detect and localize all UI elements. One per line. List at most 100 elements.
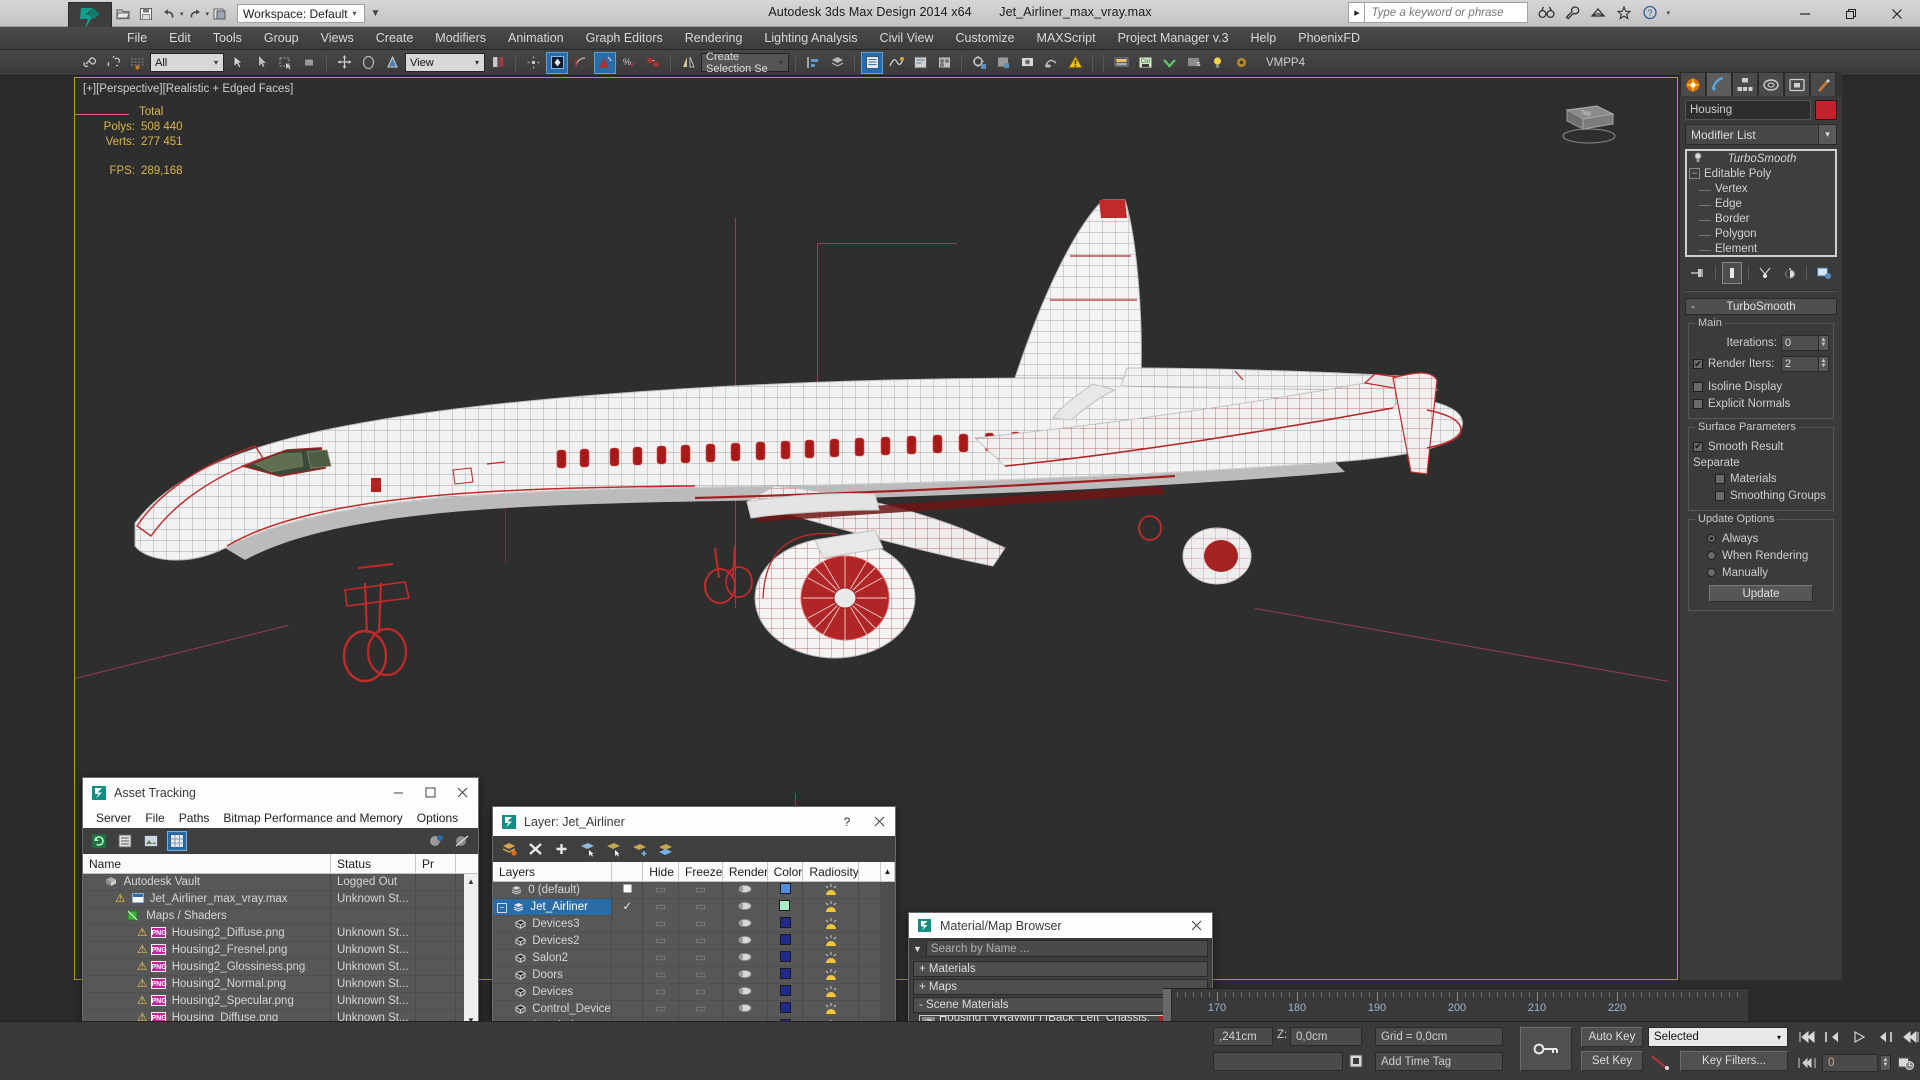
menu-create[interactable]: Create: [365, 27, 425, 50]
column-name[interactable]: Name: [83, 853, 331, 874]
isoline-display-checkbox[interactable]: [1693, 381, 1703, 392]
radiosity-toggle[interactable]: [803, 915, 860, 933]
stack-subobject-edge[interactable]: Edge: [1687, 196, 1835, 211]
show-end-result-icon[interactable]: [1721, 262, 1743, 284]
render-toggle[interactable]: [723, 983, 768, 1001]
menu-rendering[interactable]: Rendering: [674, 27, 754, 50]
add-selection-to-layer-icon[interactable]: [629, 839, 649, 859]
select-and-scale-icon[interactable]: [381, 52, 403, 74]
explicit-normals-row[interactable]: Explicit Normals: [1693, 395, 1829, 412]
table-row[interactable]: Maps / Shaders: [83, 907, 464, 925]
rendered-frame-window-icon[interactable]: [992, 52, 1014, 74]
current-layer-check[interactable]: ✓: [612, 898, 644, 916]
viewport-label[interactable]: [+][Perspective][Realistic + Edged Faces…: [83, 83, 293, 95]
render-iters-spinner[interactable]: ▲ ▼: [1819, 356, 1829, 372]
column-hide[interactable]: Hide: [643, 861, 680, 882]
layer-dialog-help[interactable]: ?: [831, 807, 863, 836]
freeze-toggle[interactable]: ▭: [679, 949, 723, 967]
render-toggle[interactable]: [723, 949, 768, 967]
freeze-toggle[interactable]: ▭: [679, 881, 723, 899]
color-swatch[interactable]: [767, 898, 804, 916]
menu-civil-view[interactable]: Civil View: [869, 27, 945, 50]
search-input[interactable]: Type a keyword or phrase: [1364, 2, 1529, 23]
stack-item-editable-poly[interactable]: − Editable Poly: [1687, 166, 1835, 181]
render-iters-field[interactable]: 2: [1781, 356, 1819, 372]
table-row[interactable]: ⚠ PNG Housing2_Glossiness.png Unknown St…: [83, 958, 464, 976]
select-objects-in-layer-icon[interactable]: [577, 839, 597, 859]
absolute-relative-toggle[interactable]: [1348, 1053, 1364, 1072]
menu-edit[interactable]: Edit: [158, 27, 202, 50]
list-item[interactable]: Devices ▭ ▭: [493, 983, 882, 1001]
render-toggle[interactable]: [722, 898, 768, 916]
render-setup-icon[interactable]: [968, 52, 990, 74]
rollout-collapse-icon[interactable]: -: [1686, 301, 1700, 313]
x-coordinate-field[interactable]: ,241cm: [1213, 1027, 1273, 1046]
select-and-rotate-icon[interactable]: [357, 52, 379, 74]
remove-modifier-icon[interactable]: [1780, 262, 1801, 284]
use-pivot-point-center-icon[interactable]: [487, 52, 509, 74]
edit-named-selection-sets-icon[interactable]: [642, 52, 664, 74]
column-freeze[interactable]: Freeze: [679, 861, 723, 882]
selection-filter-combo[interactable]: All ▾: [150, 53, 224, 72]
hide-toggle[interactable]: ▭: [643, 949, 680, 967]
table-row[interactable]: ⚠ Jet_Airliner_max_vray.max Unknown St..…: [83, 890, 464, 908]
select-and-move-icon[interactable]: [333, 52, 355, 74]
separate-smoothing-groups-row[interactable]: Smoothing Groups: [1693, 487, 1829, 504]
separate-smoothing-groups-checkbox[interactable]: [1715, 490, 1725, 501]
separate-materials-checkbox[interactable]: [1715, 473, 1725, 484]
list-item[interactable]: Devices3 ▭ ▭: [493, 915, 882, 933]
list-item[interactable]: − Jet_Airliner ✓ ▭ ▭: [493, 898, 881, 916]
view-cube[interactable]: Top: [1553, 102, 1625, 148]
vray-vfb-icon[interactable]: [1110, 52, 1132, 74]
favorites-star-icon[interactable]: [1614, 3, 1634, 23]
schematic-view-icon[interactable]: [909, 52, 931, 74]
minimize-button[interactable]: [1782, 0, 1828, 27]
column-radiosity[interactable]: Radiosity: [803, 861, 860, 882]
snaps-toggle-icon[interactable]: [546, 51, 568, 74]
hide-toggle[interactable]: ▭: [643, 983, 680, 1001]
list-item[interactable]: Doors ▭ ▭: [493, 966, 882, 984]
vault-connected-icon[interactable]: [426, 831, 446, 851]
stack-subobject-border[interactable]: Border: [1687, 211, 1835, 226]
layer-dialog-close[interactable]: [863, 807, 895, 836]
select-highlighted-objects-icon[interactable]: [603, 839, 623, 859]
mirror-icon[interactable]: [677, 52, 699, 74]
checkmark-green-icon[interactable]: [1158, 52, 1180, 74]
add-to-layer-icon[interactable]: [551, 839, 571, 859]
update-manually-radio[interactable]: [1707, 568, 1716, 577]
radiosity-toggle[interactable]: [803, 949, 860, 967]
menu-group[interactable]: Group: [253, 27, 310, 50]
radiosity-toggle[interactable]: [803, 932, 860, 950]
named-selection-set-combo[interactable]: Create Selection Se ▾: [701, 51, 789, 75]
add-time-tag-field[interactable]: Add Time Tag: [1375, 1052, 1503, 1071]
help-question-icon[interactable]: ?: [1640, 3, 1660, 23]
freeze-toggle[interactable]: ▭: [679, 983, 723, 1001]
table-row[interactable]: ⚠ PNG Housing2_Normal.png Unknown St...: [83, 975, 464, 993]
render-toggle[interactable]: [723, 932, 768, 950]
hide-toggle[interactable]: ▭: [643, 898, 680, 916]
z-coordinate-field[interactable]: 0,0cm: [1290, 1027, 1362, 1046]
update-when-rendering-radio[interactable]: [1707, 551, 1716, 560]
column-render[interactable]: Render: [723, 861, 768, 882]
freeze-toggle[interactable]: ▭: [679, 966, 723, 984]
key-filters-button[interactable]: Key Filters...: [1680, 1051, 1788, 1071]
object-color-swatch[interactable]: [1815, 100, 1837, 120]
materials-group-header[interactable]: + Materials: [913, 961, 1208, 977]
wrench-icon[interactable]: [1562, 3, 1582, 23]
stack-subobject-element[interactable]: Element: [1687, 241, 1835, 255]
spinner-snap-toggle-icon[interactable]: %: [618, 52, 640, 74]
current-frame-field[interactable]: 0: [1822, 1054, 1878, 1072]
hide-toggle[interactable]: ▭: [643, 966, 680, 984]
column-pr[interactable]: Pr: [416, 853, 456, 874]
menu-graph-editors[interactable]: Graph Editors: [575, 27, 674, 50]
column-status[interactable]: Status: [331, 853, 416, 874]
list-item[interactable]: Devices2 ▭ ▭: [493, 932, 882, 950]
menu-views[interactable]: Views: [310, 27, 365, 50]
color-swatch[interactable]: [768, 983, 804, 1001]
binoculars-icon[interactable]: [1536, 3, 1556, 23]
color-swatch[interactable]: [768, 881, 804, 899]
freeze-toggle[interactable]: ▭: [679, 932, 723, 950]
previous-frame-icon[interactable]: [1821, 1026, 1845, 1048]
set-key-button[interactable]: Set Key: [1581, 1051, 1643, 1071]
menu-modifiers[interactable]: Modifiers: [424, 27, 497, 50]
